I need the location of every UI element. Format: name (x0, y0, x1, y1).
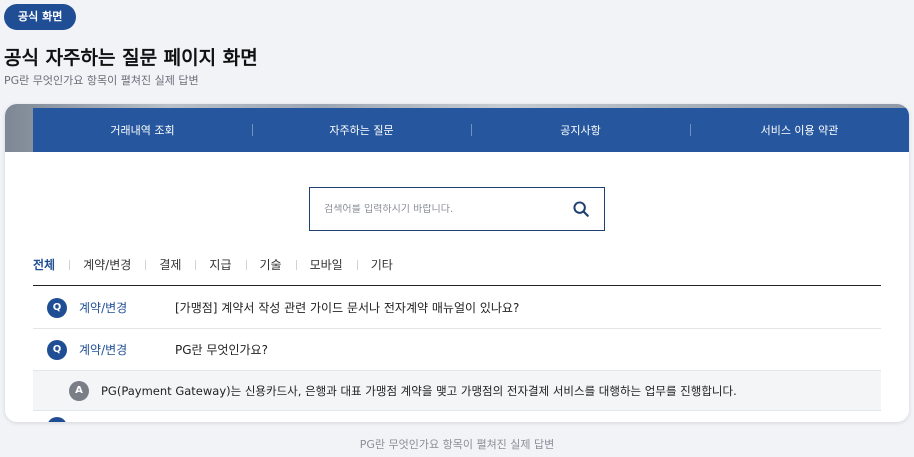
search-input[interactable] (324, 203, 572, 215)
nav-item-notice[interactable]: 공지사항 (471, 122, 690, 138)
tab-mobile[interactable]: 모바일 (295, 258, 357, 272)
page-subtitle: PG란 무엇인가요 항목이 펼쳐진 실제 답변 (4, 74, 199, 87)
question-icon: Q (47, 297, 67, 318)
tab-settlement[interactable]: 지급 (195, 258, 245, 272)
faq-item[interactable]: Q 계약/변경 PG란 무엇인가요? (33, 329, 881, 371)
faq-question: [가맹점] 계약서 작성 관련 가이드 문서나 전자계약 매뉴얼이 있나요? (175, 301, 520, 315)
nav-item-terms[interactable]: 서비스 이용 약관 (690, 122, 909, 138)
category-tabs: 전체 계약/변경 결제 지급 기술 모바일 기타 (33, 258, 881, 286)
faq-category: 계약/변경 (79, 343, 128, 357)
answer-text: PG(Payment Gateway)는 신용카드사, 은행과 대표 가맹점 계… (101, 383, 737, 398)
tab-all[interactable]: 전체 (33, 258, 69, 272)
tab-payment[interactable]: 결제 (145, 258, 195, 272)
search-icon (573, 201, 589, 217)
page-title: 공식 자주하는 질문 페이지 화면 (4, 47, 258, 69)
faq-item[interactable]: Q 계약/변경 [가맹점] 계약서 작성 관련 가이드 문서나 전자계약 매뉴얼… (33, 287, 881, 329)
tab-tech[interactable]: 기술 (245, 258, 296, 272)
question-icon: Q (47, 339, 67, 360)
tab-contract[interactable]: 계약/변경 (69, 258, 145, 272)
answer-icon: A (69, 380, 89, 401)
search-button[interactable] (572, 200, 590, 218)
footer-caption: PG란 무엇인가요 항목이 펼쳐진 실제 답변 (359, 438, 555, 451)
faq-item-partial[interactable] (33, 411, 881, 422)
faq-answer: A PG(Payment Gateway)는 신용카드사, 은행과 대표 가맹점… (33, 371, 881, 411)
search-box (309, 187, 605, 231)
tab-etc[interactable]: 기타 (356, 258, 407, 272)
faq-question: PG란 무엇인가요? (175, 343, 268, 357)
nav-item-faq[interactable]: 자주하는 질문 (252, 122, 471, 138)
main-nav: 거래내역 조회 자주하는 질문 공지사항 서비스 이용 약관 (33, 108, 909, 152)
faq-list: Q 계약/변경 [가맹점] 계약서 작성 관련 가이드 문서나 전자계약 매뉴얼… (33, 287, 881, 422)
screenshot-frame: 거래내역 조회 자주하는 질문 공지사항 서비스 이용 약관 전체 계약/변경 … (5, 104, 909, 422)
screen-badge: 공식 화면 (4, 4, 77, 30)
faq-category: 계약/변경 (79, 301, 128, 315)
question-icon (47, 417, 67, 422)
nav-item-transactions[interactable]: 거래내역 조회 (33, 122, 252, 138)
